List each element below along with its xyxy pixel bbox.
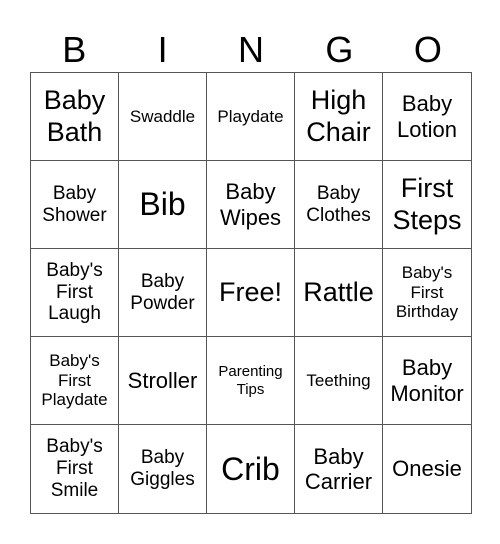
bingo-cell[interactable]: Rattle	[295, 249, 383, 337]
bingo-card: Baby Bath Swaddle Playdate High Chair Ba…	[30, 72, 472, 514]
bingo-header: B I N G O	[30, 30, 472, 70]
bingo-cell[interactable]: Baby Lotion	[383, 73, 471, 161]
bingo-cell[interactable]: Baby Carrier	[295, 425, 383, 513]
bingo-cell[interactable]: Baby's First Laugh	[31, 249, 119, 337]
bingo-cell[interactable]: Stroller	[119, 337, 207, 425]
bingo-cell[interactable]: Parenting Tips	[207, 337, 295, 425]
bingo-cell[interactable]: Crib	[207, 425, 295, 513]
bingo-cell[interactable]: Onesie	[383, 425, 471, 513]
bingo-cell[interactable]: Baby Clothes	[295, 161, 383, 249]
bingo-cell[interactable]: Baby Powder	[119, 249, 207, 337]
bingo-cell[interactable]: Bib	[119, 161, 207, 249]
bingo-cell[interactable]: Baby's First Birthday	[383, 249, 471, 337]
bingo-cell[interactable]: Baby Wipes	[207, 161, 295, 249]
bingo-cell[interactable]: Playdate	[207, 73, 295, 161]
header-letter-o: O	[413, 29, 442, 70]
bingo-cell[interactable]: High Chair	[295, 73, 383, 161]
header-letter-g: G	[325, 29, 354, 70]
header-letter-b: B	[62, 29, 87, 70]
header-letter-i: I	[157, 29, 168, 70]
bingo-cell[interactable]: Baby Shower	[31, 161, 119, 249]
bingo-cell[interactable]: Baby Giggles	[119, 425, 207, 513]
bingo-cell[interactable]: Baby Monitor	[383, 337, 471, 425]
bingo-cell[interactable]: First Steps	[383, 161, 471, 249]
bingo-cell[interactable]: Baby Bath	[31, 73, 119, 161]
bingo-cell[interactable]: Baby's First Playdate	[31, 337, 119, 425]
bingo-cell[interactable]: Swaddle	[119, 73, 207, 161]
header-letter-n: N	[238, 29, 265, 70]
bingo-free-cell[interactable]: Free!	[207, 249, 295, 337]
bingo-cell[interactable]: Teething	[295, 337, 383, 425]
bingo-cell[interactable]: Baby's First Smile	[31, 425, 119, 513]
